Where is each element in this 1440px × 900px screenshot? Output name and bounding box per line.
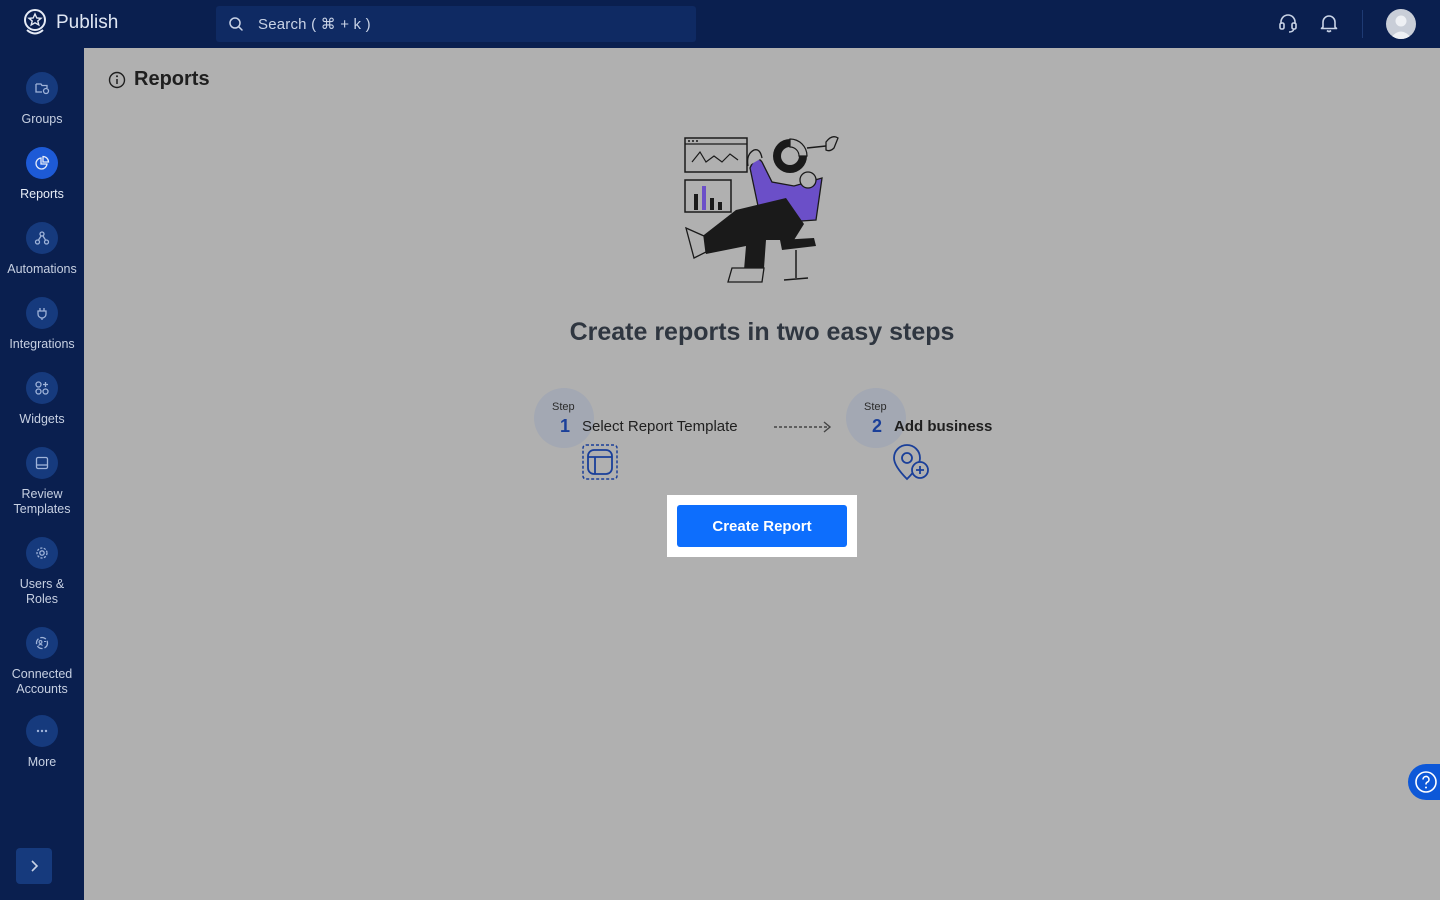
sidebar-item-label: Integrations: [9, 337, 75, 351]
step-label: Select Report Template: [582, 418, 738, 435]
sidebar-item-label: Automations: [7, 262, 77, 276]
avatar[interactable]: [1386, 9, 1416, 39]
nav-circle: [26, 627, 58, 659]
app-name: Publish: [56, 12, 119, 33]
report-template-icon: [582, 444, 618, 480]
help-button[interactable]: [1408, 764, 1440, 800]
question-help-icon: [1415, 771, 1437, 793]
integrations-plug-icon: [37, 308, 47, 320]
topbar-divider: [1362, 10, 1363, 38]
review-templates-icon: [35, 456, 49, 470]
nav-circle: [26, 372, 58, 404]
search-input[interactable]: Search ( ⌘ + k ): [216, 6, 696, 42]
nav-circle: [26, 447, 58, 479]
headset-support-icon[interactable]: [1277, 12, 1299, 34]
gear-icon: [36, 547, 48, 559]
sidebar-expand-button[interactable]: [16, 848, 52, 884]
sidebar-item-label: Widgets: [19, 412, 65, 426]
hero-headline: Create reports in two easy steps: [569, 318, 955, 346]
nav-circle: [26, 222, 58, 254]
step-word: Step: [864, 401, 887, 413]
top-bar: Publish Search ( ⌘ + k ): [0, 0, 1440, 48]
sidebar-item-groups[interactable]: Groups: [0, 72, 84, 127]
step-word: Step: [552, 401, 575, 413]
widgets-icon: [35, 381, 49, 395]
sidebar-item-more[interactable]: More: [0, 715, 84, 770]
nav-circle: [26, 72, 58, 104]
step-number: 2: [872, 416, 883, 436]
sidebar-item-label: More: [27, 755, 57, 769]
user-avatar-icon: [1390, 15, 1412, 39]
search-placeholder: Search ( ⌘ + k ): [258, 16, 371, 33]
nav-circle: [26, 297, 58, 329]
sidebar-item-review-templates[interactable]: Review Templates: [0, 447, 84, 517]
add-location-pin-icon: [893, 444, 929, 481]
page-title: Reports: [134, 68, 210, 90]
create-report-highlight: Create Report: [667, 495, 857, 557]
sidebar-item-label: Reports: [20, 187, 64, 201]
step-label: Add business: [894, 418, 993, 435]
nav-circle: [26, 715, 58, 747]
arrow-right-icon: [774, 421, 832, 433]
bell-notification-icon[interactable]: [1318, 12, 1340, 34]
connected-accounts-icon: [35, 636, 49, 650]
info-icon[interactable]: [108, 71, 126, 89]
nav-circle: [26, 147, 58, 179]
sidebar-item-automations[interactable]: Automations: [0, 222, 84, 277]
sidebar-item-label: Review Templates: [13, 487, 71, 516]
sidebar-item-reports[interactable]: Reports: [0, 147, 84, 202]
chevron-right-icon: [31, 860, 39, 872]
search-icon: [229, 17, 243, 31]
sidebar-item-label: Users & Roles: [19, 577, 65, 606]
more-dots-icon: [36, 729, 48, 733]
sidebar-item-integrations[interactable]: Integrations: [0, 297, 84, 352]
sidebar-item-label: Connected Accounts: [11, 667, 73, 696]
sidebar-item-users-roles[interactable]: Users & Roles: [0, 537, 84, 607]
create-report-button[interactable]: Create Report: [677, 505, 847, 547]
sidebar: Groups Reports Automations Integrations …: [0, 48, 84, 900]
page-header: Reports: [108, 68, 210, 91]
sidebar-item-label: Groups: [21, 112, 63, 126]
automations-icon: [34, 231, 50, 245]
groups-icon: [35, 83, 50, 95]
publish-logo-icon: [24, 9, 46, 35]
nav-circle: [26, 537, 58, 569]
brand[interactable]: Publish: [22, 8, 118, 38]
reports-pie-icon: [35, 155, 50, 170]
sidebar-item-connected-accounts[interactable]: Connected Accounts: [0, 627, 84, 697]
step-number: 1: [560, 416, 571, 436]
sidebar-item-widgets[interactable]: Widgets: [0, 372, 84, 427]
reports-illustration-icon: [684, 136, 839, 283]
